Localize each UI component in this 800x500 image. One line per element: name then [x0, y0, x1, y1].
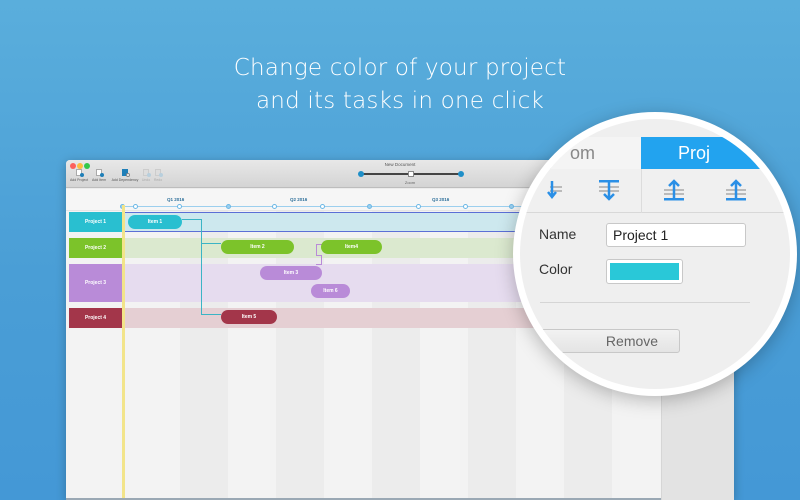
zoom-slider[interactable] [358, 171, 464, 177]
project-label[interactable]: Project 2 [69, 238, 122, 258]
timeline-tick [272, 204, 277, 209]
zoom-min-knob [358, 171, 364, 177]
headline-line-1: Change color of your project [233, 55, 567, 81]
quarter-label: Q1 2016 [167, 197, 185, 202]
layout-toolbar [520, 169, 790, 213]
remove-button[interactable]: Remove [540, 329, 680, 353]
task-bar[interactable]: Item 5 [221, 310, 277, 324]
move-down-icon[interactable] [597, 177, 621, 203]
inspector-tabs: om Proj [520, 137, 790, 169]
project-name-input[interactable]: Project 1 [606, 223, 746, 247]
quarter-label: Q2 2016 [290, 197, 308, 202]
timeline-tick [367, 204, 372, 209]
task-bar[interactable]: Item 3 [260, 266, 322, 280]
add-dependency-icon [121, 169, 130, 177]
quarter-label: Q3 2016 [432, 197, 450, 202]
move-down-left-icon[interactable] [542, 177, 566, 203]
task-bar[interactable]: Item 2 [221, 240, 294, 254]
timeline-tick [133, 204, 138, 209]
undo-icon [142, 169, 151, 177]
color-swatch [610, 263, 679, 280]
dependency-line [201, 219, 202, 315]
dependency-line [201, 243, 221, 244]
tab-project[interactable]: Proj [641, 137, 790, 169]
name-label: Name [539, 226, 577, 242]
add-project-icon [75, 169, 84, 177]
project-label[interactable]: Project 4 [69, 308, 122, 328]
redo-icon [154, 169, 163, 177]
task-bar[interactable]: Item 6 [311, 284, 350, 298]
headline: Change color of your project and its tas… [0, 52, 800, 118]
timeline-tick [226, 204, 231, 209]
task-bar[interactable]: Item4 [321, 240, 382, 254]
zoom-slider-thumb[interactable] [408, 171, 414, 177]
move-up-icon[interactable] [662, 177, 686, 203]
color-label: Color [539, 261, 573, 277]
form-divider [540, 302, 750, 303]
column-stripe [372, 189, 420, 500]
color-picker[interactable] [606, 259, 683, 284]
column-stripe [468, 189, 516, 500]
timeline-tick [463, 204, 468, 209]
project-label[interactable]: Project 3 [69, 264, 122, 302]
headline-line-2: and its tasks in one click [256, 88, 544, 114]
timeline-tick [509, 204, 514, 209]
magnifier-callout: om Proj Name Project 1 Color Remove [513, 112, 797, 396]
dependency-line [201, 314, 221, 315]
column-stripe [180, 189, 228, 500]
dependency-line [316, 255, 322, 265]
toolbar-divider [641, 169, 642, 213]
timeline-tick [416, 204, 421, 209]
timeline-tick [177, 204, 182, 209]
zoom-max-knob [458, 171, 464, 177]
dependency-line [182, 219, 202, 220]
today-marker [122, 205, 125, 500]
tab-custom[interactable]: om [520, 137, 641, 169]
project-label[interactable]: Project 1 [69, 212, 122, 232]
add-item-icon [95, 169, 104, 177]
timeline-tick [320, 204, 325, 209]
task-bar[interactable]: Item 1 [128, 215, 182, 229]
inspector-panel-zoomed: om Proj Name Project 1 Color Remove [520, 119, 790, 389]
column-stripe [276, 189, 324, 500]
move-up-alt-icon[interactable] [724, 177, 748, 203]
